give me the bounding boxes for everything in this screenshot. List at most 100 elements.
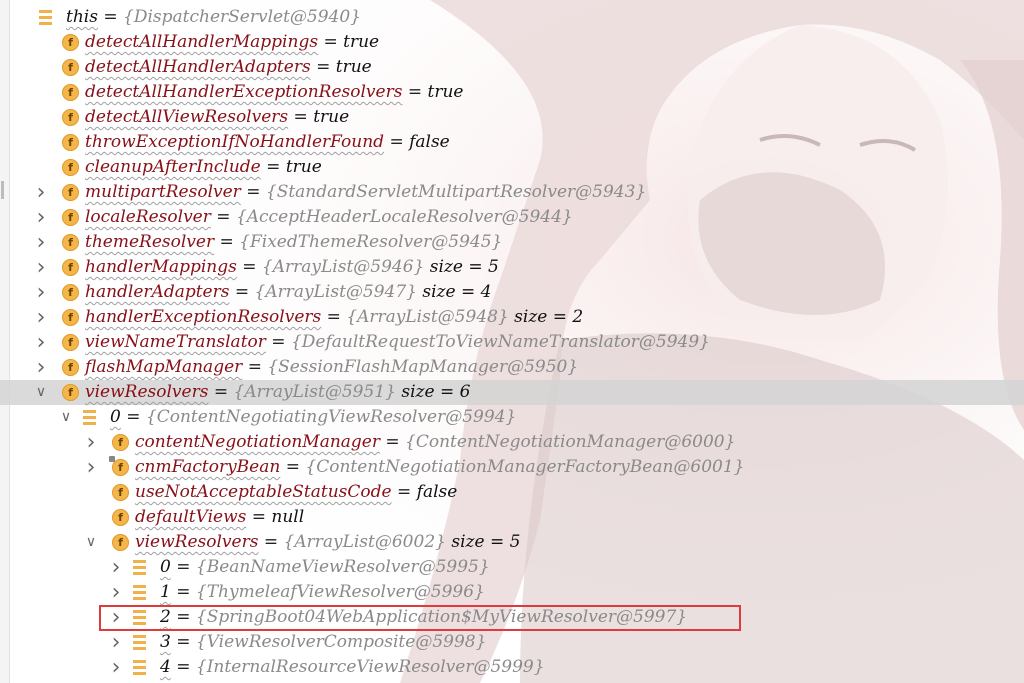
chevron-right-icon[interactable]: ›	[108, 580, 124, 605]
collection-size: size = 5	[451, 532, 521, 552]
tree-row-label: themeResolver = {FixedThemeResolver@5945…	[85, 230, 502, 255]
tree-row-label: localeResolver = {AcceptHeaderLocaleReso…	[85, 205, 573, 230]
field-icon: f	[109, 456, 129, 476]
equals-sign: =	[126, 407, 141, 427]
tree-row[interactable]: › 0 = {BeanNameViewResolver@5995}	[0, 555, 1024, 580]
object-reference: {AcceptHeaderLocaleResolver@5944}	[235, 207, 573, 227]
equals-sign: =	[247, 357, 262, 377]
variable-name: handlerExceptionResolvers	[85, 307, 322, 327]
tree-row-label: defaultViews = null	[135, 505, 304, 530]
variable-value: true	[335, 57, 372, 77]
chevron-right-icon[interactable]: ›	[108, 555, 124, 580]
variable-name: cleanupAfterInclude	[85, 157, 261, 177]
chevron-down-icon[interactable]: ∨	[58, 405, 74, 430]
tree-row[interactable]: › f flashMapManager = {SessionFlashMapMana…	[0, 355, 1024, 380]
equals-sign: =	[176, 657, 191, 677]
chevron-right-icon[interactable]: ›	[33, 330, 49, 355]
tree-row[interactable]: › f cnmFactoryBean = {ContentNegotiationMa…	[0, 455, 1024, 480]
chevron-right-icon[interactable]: ›	[33, 355, 49, 380]
list-icon	[133, 660, 146, 675]
object-reference: {ArrayList@6002}	[283, 532, 446, 552]
object-reference: {ThymeleafViewResolver@5996}	[195, 582, 485, 602]
chevron-right-icon[interactable]: ›	[33, 305, 49, 330]
tree-row-label: flashMapManager = {SessionFlashMapManage…	[85, 355, 578, 380]
equals-sign: =	[234, 282, 250, 302]
equals-sign: =	[219, 232, 234, 252]
equals-sign: =	[213, 382, 229, 402]
variable-value: null	[271, 507, 305, 527]
chevron-right-icon[interactable]: ›	[108, 630, 124, 655]
tree-row[interactable]: this = {DispatcherServlet@5940}	[0, 5, 1024, 30]
variable-value: true	[427, 82, 464, 102]
tree-row[interactable]: › 4 = {InternalResourceViewResolver@5999}	[0, 655, 1024, 680]
equals-sign: =	[385, 432, 400, 452]
chevron-right-icon[interactable]: ›	[108, 655, 124, 680]
field-icon: f	[112, 434, 129, 451]
chevron-right-icon[interactable]: ›	[33, 280, 49, 305]
field-icon: f	[112, 484, 129, 501]
chevron-right-icon[interactable]: ›	[33, 255, 49, 280]
tree-row[interactable]: f defaultViews = null	[0, 505, 1024, 530]
chevron-right-icon[interactable]: ›	[33, 180, 49, 205]
variable-name: handlerAdapters	[85, 282, 230, 302]
collection-size: size = 2	[514, 307, 584, 327]
tree-row[interactable]: › f handlerMappings = {ArrayList@5946} siz…	[0, 255, 1024, 280]
chevron-right-icon[interactable]: ›	[83, 430, 99, 455]
tree-row[interactable]: f detectAllHandlerMappings = true	[0, 30, 1024, 55]
variable-value: true	[285, 157, 322, 177]
tree-row[interactable]: f throwExceptionIfNoHandlerFound = false	[0, 130, 1024, 155]
object-reference: {ViewResolverComposite@5998}	[195, 632, 487, 652]
list-icon	[83, 410, 96, 425]
field-icon: f	[62, 34, 79, 51]
chevron-right-icon[interactable]: ›	[83, 455, 99, 480]
tree-row[interactable]: f cleanupAfterInclude = true	[0, 155, 1024, 180]
object-reference: {ArrayList@5946}	[261, 257, 425, 277]
tree-row[interactable]: f useNotAcceptableStatusCode = false	[0, 480, 1024, 505]
variable-name: contentNegotiationManager	[135, 432, 380, 452]
tree-row[interactable]: › f handlerAdapters = {ArrayList@5947} siz…	[0, 280, 1024, 305]
tree-row[interactable]: › f multipartResolver = {StandardServletMu…	[0, 180, 1024, 205]
tree-row[interactable]: ∨ f viewResolvers = {ArrayList@6002} size …	[0, 530, 1024, 555]
field-icon: f	[62, 309, 79, 326]
equals-sign: =	[271, 332, 286, 352]
variable-name: viewResolvers	[85, 382, 209, 402]
tree-row[interactable]: f detectAllHandlerExceptionResolvers = tr…	[0, 80, 1024, 105]
tree-row-label: this = {DispatcherServlet@5940}	[66, 5, 361, 30]
object-reference: {DispatcherServlet@5940}	[123, 7, 361, 27]
tree-row-label: cnmFactoryBean = {ContentNegotiationMana…	[135, 455, 745, 480]
tree-row[interactable]: › f handlerExceptionResolvers = {ArrayList…	[0, 305, 1024, 330]
tree-row[interactable]: › f contentNegotiationManager = {ContentNe…	[0, 430, 1024, 455]
equals-sign: =	[242, 257, 257, 277]
tree-row[interactable]: › f themeResolver = {FixedThemeResolver@59…	[0, 230, 1024, 255]
chevron-down-icon[interactable]: ∨	[33, 380, 49, 405]
equals-sign: =	[103, 7, 118, 27]
field-icon: f	[112, 534, 129, 551]
tree-row[interactable]: › f viewNameTranslator = {DefaultRequestTo…	[0, 330, 1024, 355]
object-reference: {ArrayList@5947}	[254, 282, 417, 302]
variable-value: false	[416, 482, 458, 502]
tree-row[interactable]: › 3 = {ViewResolverComposite@5998}	[0, 630, 1024, 655]
tree-row-label: detectAllHandlerMappings = true	[85, 30, 379, 55]
variable-name: 1	[160, 582, 171, 602]
variable-name: detectAllHandlerAdapters	[85, 57, 311, 77]
tree-row[interactable]: f detectAllViewResolvers = true	[0, 105, 1024, 130]
tree-row[interactable]: ∨ f viewResolvers = {ArrayList@5951} size …	[0, 380, 1024, 405]
chevron-right-icon[interactable]: ›	[33, 205, 49, 230]
chevron-right-icon[interactable]: ›	[33, 230, 49, 255]
variable-name: throwExceptionIfNoHandlerFound	[85, 132, 385, 152]
field-icon: f	[62, 384, 79, 401]
variable-name: localeResolver	[85, 207, 211, 227]
field-icon: f	[62, 209, 79, 226]
tree-row[interactable]: › 1 = {ThymeleafViewResolver@5996}	[0, 580, 1024, 605]
equals-sign: =	[285, 457, 300, 477]
tree-row[interactable]: › f localeResolver = {AcceptHeaderLocaleRe…	[0, 205, 1024, 230]
tree-row[interactable]: ∨ 0 = {ContentNegotiatingViewResolver@599…	[0, 405, 1024, 430]
equals-sign: =	[293, 107, 308, 127]
tree-row-label: throwExceptionIfNoHandlerFound = false	[85, 130, 450, 155]
object-reference: {DefaultRequestToViewNameTranslator@5949…	[290, 332, 711, 352]
tree-row[interactable]: f detectAllHandlerAdapters = true	[0, 55, 1024, 80]
object-reference: {InternalResourceViewResolver@5999}	[195, 657, 545, 677]
tree-row-label: 0 = {BeanNameViewResolver@5995}	[160, 555, 490, 580]
tree-row-label: viewNameTranslator = {DefaultRequestToVi…	[85, 330, 710, 355]
chevron-down-icon[interactable]: ∨	[83, 530, 99, 555]
